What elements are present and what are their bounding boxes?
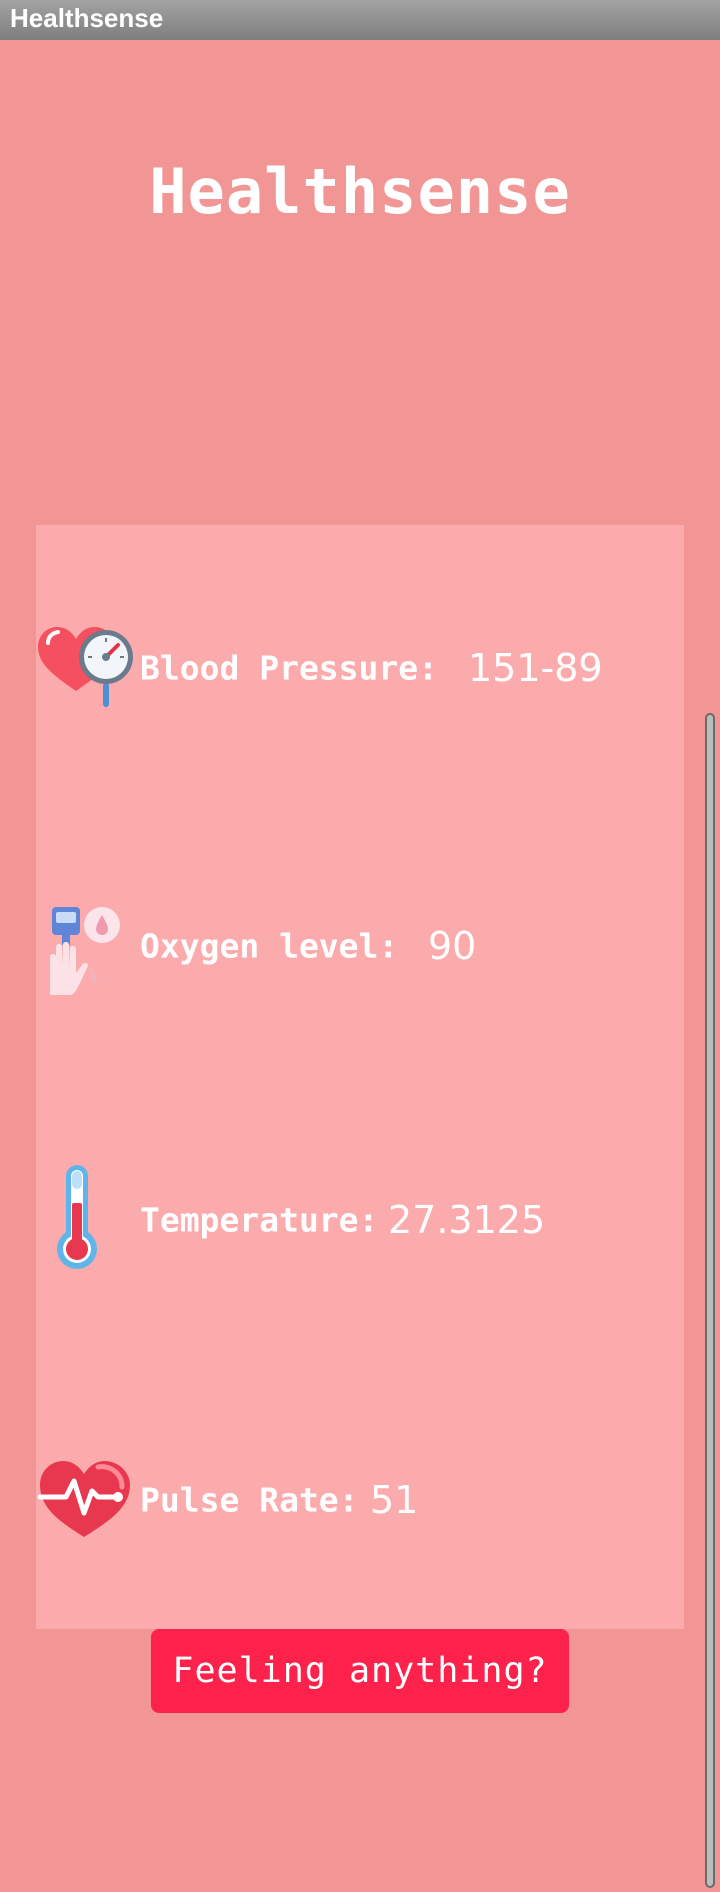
window-title: Healthsense — [10, 3, 164, 33]
blood-pressure-value: 151-89 — [468, 646, 603, 690]
metric-row-oxygen: Oxygen level: 90 — [36, 891, 684, 1001]
temperature-label: Temperature: — [140, 1200, 379, 1240]
vitals-card: Blood Pressure: 151-89 Oxygen level: 90 … — [36, 525, 684, 1629]
pulse-value: 51 — [370, 1478, 419, 1522]
blood-pressure-label: Blood Pressure: — [140, 648, 439, 688]
feeling-anything-button[interactable]: Feeling anything? — [151, 1629, 569, 1713]
oxygen-value: 90 — [428, 924, 477, 968]
metric-row-temperature: Temperature: 27.3125 — [36, 1165, 684, 1275]
oxygen-label: Oxygen level: — [140, 926, 399, 966]
temperature-value: 27.3125 — [388, 1198, 546, 1242]
window-titlebar: Healthsense — [0, 0, 720, 40]
heartbeat-icon — [37, 1461, 130, 1537]
pulse-label: Pulse Rate: — [140, 1480, 359, 1520]
heart-gauge-icon — [38, 627, 133, 707]
oximeter-icon — [50, 907, 120, 995]
vertical-scrollbar[interactable] — [705, 713, 715, 1888]
metric-row-pulse: Pulse Rate: 51 — [36, 1445, 684, 1555]
app-title: Healthsense — [149, 155, 571, 228]
metric-row-blood-pressure: Blood Pressure: 151-89 — [36, 613, 684, 723]
thermometer-icon — [57, 1165, 97, 1269]
